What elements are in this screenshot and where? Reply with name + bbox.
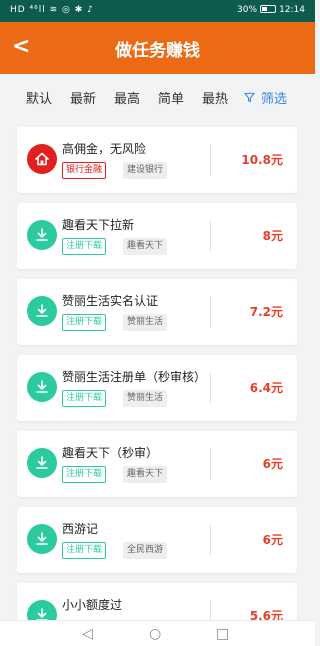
task-card[interactable]: 高佣金，无风险 银行金融 建设银行 10.8元 (17, 127, 297, 193)
app-header: < 做任务赚钱 (0, 22, 315, 74)
status-icons: HD ⁴⁶ll ≋ ◎ ✱ ♪ (10, 5, 94, 15)
task-company-tag: 建设银行 (123, 162, 168, 179)
task-company-tag: 赞丽生活 (123, 314, 168, 331)
status-bar: HD ⁴⁶ll ≋ ◎ ✱ ♪ 30% 12:14 (0, 0, 315, 22)
task-reward: 8元 (262, 229, 283, 243)
task-reward: 7.2元 (249, 305, 283, 319)
tab-default[interactable]: 默认 (26, 88, 52, 107)
download-icon (27, 448, 57, 478)
task-category-tag: 银行金融 (62, 162, 107, 179)
task-reward: 6.4元 (249, 381, 283, 395)
status-time: 12:14 (279, 5, 305, 15)
tab-highest[interactable]: 最高 (114, 88, 140, 107)
task-name: 赞丽生活实名认证 (62, 294, 159, 308)
task-category-tag: 注册下载 (62, 314, 107, 331)
task-name: 高佣金，无风险 (62, 142, 147, 156)
sort-tabs: 默认 最新 最高 简单 最热 筛选 (0, 74, 315, 120)
home-icon (27, 144, 57, 174)
task-reward: 6元 (262, 457, 283, 471)
tab-simple[interactable]: 简单 (158, 88, 184, 107)
task-company-tag: 全民西游 (123, 542, 168, 559)
task-company-tag: 趣看天下 (123, 466, 168, 483)
divider (210, 296, 211, 328)
page-title: 做任务赚钱 (115, 41, 200, 61)
divider (210, 144, 211, 176)
nav-home-icon[interactable]: ○ (149, 626, 161, 642)
status-right: 30% 12:14 (237, 5, 305, 15)
divider (210, 220, 211, 252)
nav-recent-icon[interactable]: □ (216, 626, 229, 642)
task-card[interactable]: 赞丽生活注册单（秒审核） 注册下载 赞丽生活 6.4元 (17, 355, 297, 421)
task-category-tag: 注册下载 (62, 542, 107, 559)
nav-back-icon[interactable]: ◁ (82, 626, 93, 642)
task-company-tag: 趣看天下 (123, 238, 168, 255)
task-category-tag: 注册下载 (62, 466, 107, 483)
filter-label: 筛选 (260, 92, 287, 107)
tab-hottest[interactable]: 最热 (202, 88, 228, 107)
task-card[interactable]: 赞丽生活实名认证 注册下载 赞丽生活 7.2元 (17, 279, 297, 345)
download-icon (27, 372, 57, 402)
system-nav-bar: ◁ ○ □ (0, 620, 315, 646)
task-reward: 10.8元 (241, 153, 283, 167)
task-card[interactable]: 西游记 注册下载 全民西游 6元 (17, 507, 297, 573)
battery-icon (260, 5, 277, 13)
filter-icon (244, 92, 259, 106)
download-icon (27, 296, 57, 326)
task-name: 赞丽生活注册单（秒审核） (62, 370, 207, 384)
task-company-tag: 赞丽生活 (123, 390, 168, 407)
filter-button[interactable]: 筛选 (244, 88, 287, 107)
task-name: 西游记 (62, 522, 99, 536)
download-icon (27, 220, 57, 250)
divider (210, 372, 211, 404)
divider (210, 524, 211, 556)
task-name: 趣看天下（秒审） (62, 446, 159, 460)
divider (210, 448, 211, 480)
task-reward: 6元 (262, 533, 283, 547)
task-name: 趣看天下拉新 (62, 218, 135, 232)
task-card[interactable]: 趣看天下（秒审） 注册下载 趣看天下 6元 (17, 431, 297, 497)
task-category-tag: 注册下载 (62, 390, 107, 407)
battery-percent: 30% (237, 5, 258, 15)
task-category-tag: 注册下载 (62, 238, 107, 255)
tab-newest[interactable]: 最新 (70, 88, 96, 107)
download-icon (27, 524, 57, 554)
task-card[interactable]: 趣看天下拉新 注册下载 趣看天下 8元 (17, 203, 297, 269)
task-name: 小小额度过 (62, 598, 123, 612)
